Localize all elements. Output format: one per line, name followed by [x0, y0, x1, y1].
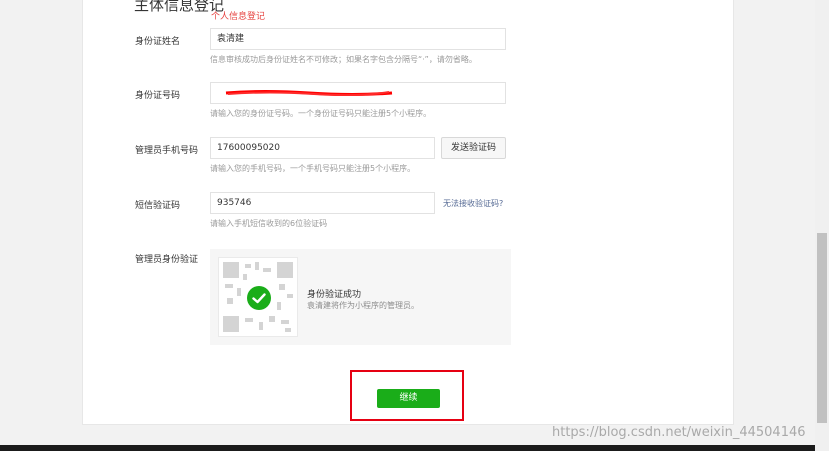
redaction-scribble-icon — [225, 90, 393, 96]
name-label: 身份证姓名 — [135, 37, 181, 47]
success-check-icon — [247, 286, 271, 310]
send-code-button[interactable]: 发送验证码 — [441, 137, 506, 159]
phone-label: 管理员手机号码 — [135, 146, 199, 156]
admin-verify-label: 管理员身份验证 — [135, 255, 199, 265]
sms-code-input[interactable]: 935746 — [210, 192, 435, 214]
bottom-bar — [0, 445, 815, 451]
scrollbar-thumb[interactable] — [817, 233, 827, 423]
id-number-hint: 请输入您的身份证号码。一个身份证号码只能注册5个小程序。 — [210, 109, 432, 118]
registration-card: 主体信息登记 个人信息登记 身份证姓名 袁清建 信息审核成功后身份证姓名不可修改… — [82, 0, 734, 425]
id-number-label: 身份证号码 — [135, 91, 181, 101]
cannot-receive-code-link[interactable]: 无法接收验证码? — [443, 198, 503, 209]
sms-code-hint: 请输入手机短信收到的6位验证码 — [210, 219, 328, 228]
watermark: https://blog.csdn.net/weixin_44504146 — [552, 425, 806, 440]
phone-input[interactable]: 17600095020 — [210, 137, 435, 159]
name-input[interactable]: 袁清建 — [210, 28, 506, 50]
sms-code-label: 短信验证码 — [135, 201, 181, 211]
continue-button[interactable]: 继续 — [377, 389, 440, 408]
scrollbar[interactable] — [815, 0, 829, 451]
name-hint: 信息审核成功后身份证姓名不可修改；如果名字包含分隔号“·”，请勿省略。 — [210, 55, 477, 64]
qr-code — [218, 257, 298, 337]
phone-hint: 请输入您的手机号码，一个手机号码只能注册5个小程序。 — [210, 164, 416, 173]
admin-verify-panel: 身份验证成功 袁清建将作为小程序的管理员。 — [210, 249, 511, 345]
section-note: 个人信息登记 — [211, 12, 266, 22]
verify-status-title: 身份验证成功 — [307, 290, 362, 300]
verify-status-subtitle: 袁清建将作为小程序的管理员。 — [307, 301, 419, 310]
